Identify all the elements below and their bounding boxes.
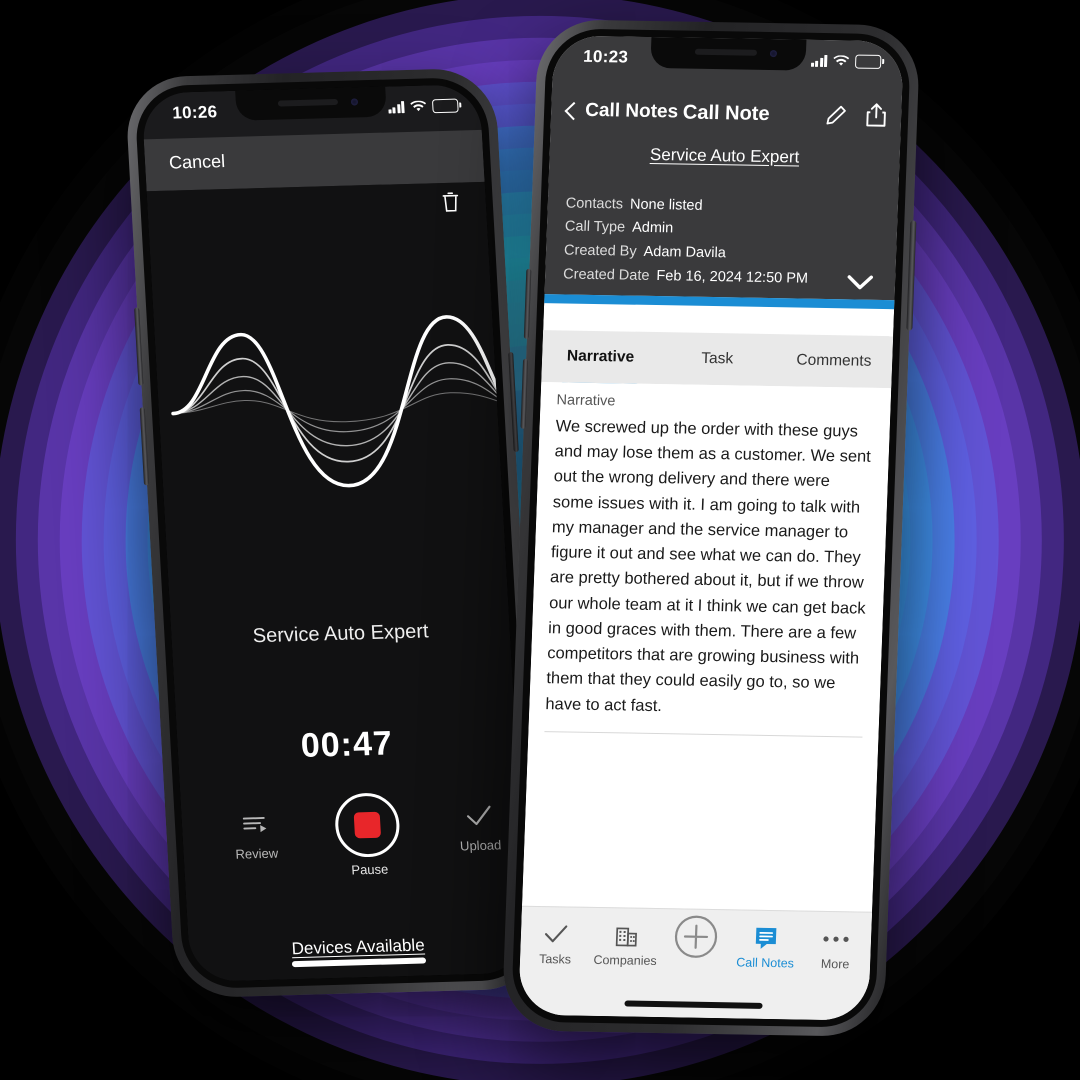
tab-narrative[interactable]: Narrative xyxy=(541,330,660,384)
tabbar-item-more[interactable]: More xyxy=(800,924,872,972)
tabbar-item-tasks[interactable]: Tasks xyxy=(520,919,592,967)
pencil-icon[interactable] xyxy=(825,104,848,126)
right-phone-bezel: 10:23 Call Notes Call Note Service Auto … xyxy=(510,28,912,1028)
front-camera-right xyxy=(769,50,778,58)
notch xyxy=(235,86,387,121)
company-link[interactable]: Service Auto Expert xyxy=(549,143,900,169)
audio-waveform xyxy=(153,300,520,519)
accent-bar xyxy=(544,293,895,309)
check-icon xyxy=(466,805,491,826)
meta-value: Feb 16, 2024 12:50 PM xyxy=(656,267,809,287)
chevron-down-icon[interactable] xyxy=(847,274,874,290)
meta-label: Contacts xyxy=(565,194,624,212)
recorder-body: Service Auto Expert 00:47 Review Pause U… xyxy=(146,181,529,983)
right-phone-screen: 10:23 Call Notes Call Note Service Auto … xyxy=(518,35,904,1021)
status-icons xyxy=(387,98,459,115)
pause-label: Pause xyxy=(350,861,389,878)
meta-label: Call Type xyxy=(564,218,626,236)
battery-icon xyxy=(431,98,459,114)
building-icon xyxy=(590,920,661,951)
battery-icon xyxy=(854,54,882,69)
earpiece-speaker xyxy=(277,98,339,107)
recorder-screen: 10:26 Cancel Service Auto Expert 00:47 R… xyxy=(141,83,529,983)
note-icon xyxy=(730,922,801,953)
tabbar-item-companies[interactable]: Companies xyxy=(590,920,662,968)
tabbar-label: Call Notes xyxy=(735,955,795,971)
recording-title: Service Auto Expert xyxy=(252,620,430,648)
recorder-topbar: Cancel xyxy=(143,129,485,192)
status-time-right: 10:23 xyxy=(582,46,629,67)
status-icons-right xyxy=(810,54,882,69)
wifi-icon xyxy=(410,100,427,112)
review-list-icon xyxy=(242,817,267,833)
meta-value: Admin xyxy=(631,219,674,237)
tabbar-label: More xyxy=(820,956,850,972)
devices-available-link[interactable]: Devices Available xyxy=(189,933,528,962)
call-note-meta: Contacts None listed Call Type Admin Created… xyxy=(544,185,899,309)
earpiece-speaker-right xyxy=(694,48,758,56)
tabbar-label: Companies xyxy=(593,952,657,969)
check-icon xyxy=(520,919,591,950)
trash-icon[interactable] xyxy=(441,191,460,213)
divider xyxy=(544,730,863,738)
pause-record-button[interactable]: Pause xyxy=(311,792,426,879)
narrative-text[interactable]: We screwed up the order with these guys … xyxy=(529,414,890,723)
left-phone-bezel: 10:26 Cancel Service Auto Expert 00:47 R… xyxy=(133,76,537,990)
cellular-signal-icon xyxy=(810,54,828,68)
navigation-bar: Call Notes Call Note xyxy=(550,89,902,143)
ellipsis-icon xyxy=(800,924,871,955)
tab-task[interactable]: Task xyxy=(658,332,777,386)
plus-circle-icon xyxy=(660,915,731,958)
content-tabs: Narrative Task Comments xyxy=(541,330,894,389)
front-camera xyxy=(350,98,359,106)
header-actions xyxy=(825,102,888,128)
meta-value: Adam Davila xyxy=(643,243,727,262)
waveform-svg xyxy=(171,315,520,488)
cancel-button[interactable]: Cancel xyxy=(169,151,226,174)
share-icon[interactable] xyxy=(865,103,888,128)
meta-row: Created Date Feb 16, 2024 12:50 PM xyxy=(545,262,896,292)
recorder-controls: Review Pause Upload xyxy=(181,789,525,908)
meta-value: None listed xyxy=(629,196,703,214)
tabbar-item-add[interactable] xyxy=(660,915,731,958)
call-note-screen: 10:23 Call Notes Call Note Service Auto … xyxy=(518,35,904,1021)
left-phone-device: 10:26 Cancel Service Auto Expert 00:47 R… xyxy=(124,67,546,999)
notch-right xyxy=(650,36,807,71)
left-phone-screen: 10:26 Cancel Service Auto Expert 00:47 R… xyxy=(141,83,529,983)
review-label: Review xyxy=(235,845,279,862)
meta-label: Created Date xyxy=(562,265,650,284)
status-time: 10:26 xyxy=(171,102,218,123)
tab-comments[interactable]: Comments xyxy=(775,334,894,388)
recording-timer: 00:47 xyxy=(299,724,394,765)
cellular-signal-icon xyxy=(387,101,405,114)
right-phone-device: 10:23 Call Notes Call Note Service Auto … xyxy=(501,19,921,1037)
meta-label: Created By xyxy=(563,242,637,260)
review-button[interactable]: Review xyxy=(200,813,313,863)
wifi-icon xyxy=(833,55,850,66)
tabbar-label: Tasks xyxy=(538,951,572,967)
narrative-panel: Narrative We screwed up the order with t… xyxy=(521,382,892,925)
tabbar-item-call-notes[interactable]: Call Notes xyxy=(730,922,802,970)
screenshot-canvas: 10:26 Cancel Service Auto Expert 00:47 R… xyxy=(0,0,1080,1080)
record-stop-icon xyxy=(333,792,402,858)
